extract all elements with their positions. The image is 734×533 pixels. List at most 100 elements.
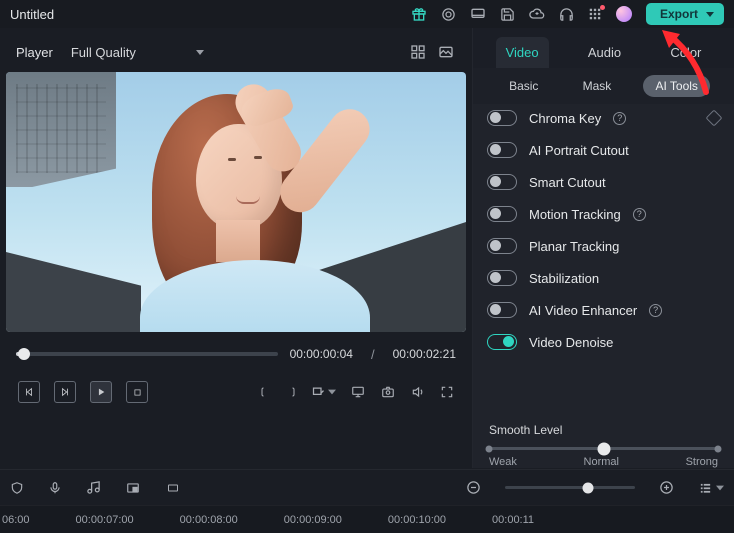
- player-header: Player Full Quality: [6, 34, 466, 70]
- help-icon[interactable]: ?: [633, 208, 646, 221]
- main: Player Full Quality 00:00:00:04 / 00:00:…: [0, 28, 734, 468]
- toggle-stabilization[interactable]: [487, 270, 517, 286]
- smooth-slider[interactable]: [489, 447, 718, 450]
- smooth-label-weak: Weak: [489, 456, 517, 468]
- ai-tool-label: Planar Tracking: [529, 239, 619, 254]
- next-frame-button[interactable]: [54, 381, 76, 403]
- ai-tool-label: Stabilization: [529, 271, 599, 286]
- screen-icon[interactable]: [470, 6, 486, 22]
- zoom-thumb[interactable]: [583, 482, 594, 493]
- toggle-ai video enhancer[interactable]: [487, 302, 517, 318]
- keyframe-diamond-icon[interactable]: [706, 110, 723, 127]
- toggle-motion tracking[interactable]: [487, 206, 517, 222]
- timeline-ruler[interactable]: 06:00 00:00:07:00 00:00:08:00 00:00:09:00 00…: [0, 505, 734, 533]
- record-icon[interactable]: [441, 7, 456, 22]
- top-right-actions: Export: [411, 3, 724, 25]
- player-controls: [6, 372, 466, 412]
- ai-tool-row: Stabilization: [487, 270, 720, 286]
- tab-audio[interactable]: Audio: [578, 37, 631, 68]
- ai-tool-label: Motion Tracking: [529, 207, 621, 222]
- smooth-label-normal: Normal: [584, 456, 619, 468]
- prev-frame-button[interactable]: [18, 381, 40, 403]
- total-time: 00:00:02:21: [393, 347, 456, 361]
- tabs-primary: Video Audio Color: [473, 28, 734, 68]
- tab-video[interactable]: Video: [496, 37, 549, 68]
- timeline-mark: 00:00:11: [492, 514, 534, 526]
- music-icon[interactable]: [86, 480, 101, 495]
- zoom-in-icon[interactable]: [659, 480, 674, 495]
- player-tab-label: Player: [16, 45, 53, 60]
- headphones-icon[interactable]: [559, 7, 574, 22]
- ai-tools-list: Chroma Key? AI Portrait Cutout Smart Cutou…: [473, 104, 734, 415]
- fullscreen-icon[interactable]: [440, 385, 454, 399]
- ai-tool-row: AI Portrait Cutout: [487, 142, 720, 158]
- gift-icon[interactable]: [411, 6, 427, 22]
- help-icon[interactable]: ?: [649, 304, 662, 317]
- grid-view-icon[interactable]: [410, 44, 426, 60]
- quality-dropdown[interactable]: Full Quality: [71, 45, 204, 60]
- toggle-ai portrait cutout[interactable]: [487, 142, 517, 158]
- toggle-smart cutout[interactable]: [487, 174, 517, 190]
- timeline-mark: 00:00:07:00: [76, 514, 134, 526]
- ai-tool-row: Motion Tracking?: [487, 206, 720, 222]
- ai-tool-row: Smart Cutout: [487, 174, 720, 190]
- play-button[interactable]: [90, 381, 112, 403]
- right-panel: Video Audio Color Basic Mask AI Tools Ch…: [472, 28, 734, 468]
- project-title: Untitled: [10, 7, 54, 22]
- avatar[interactable]: [616, 6, 632, 22]
- ai-tool-label: AI Portrait Cutout: [529, 143, 629, 158]
- timeline-tools: [0, 469, 734, 505]
- scrub-track[interactable]: [16, 352, 278, 356]
- snapshot-icon[interactable]: [380, 385, 396, 399]
- scrub-thumb[interactable]: [18, 348, 30, 360]
- toggle-video denoise[interactable]: [487, 334, 517, 350]
- preview-canvas[interactable]: [6, 72, 466, 332]
- tabs-secondary: Basic Mask AI Tools: [473, 68, 734, 104]
- tab-color[interactable]: Color: [660, 37, 711, 68]
- ai-tool-label: Video Denoise: [529, 335, 613, 350]
- ai-tool-label: Smart Cutout: [529, 175, 606, 190]
- stop-button[interactable]: [126, 381, 148, 403]
- volume-icon[interactable]: [410, 385, 426, 399]
- aspect-icon[interactable]: [165, 482, 181, 494]
- time-separator: /: [365, 347, 381, 362]
- mic-icon[interactable]: [48, 480, 62, 496]
- tab-ai-tools[interactable]: AI Tools: [643, 75, 709, 97]
- smooth-label-strong: Strong: [686, 456, 718, 468]
- shield-icon[interactable]: [10, 480, 24, 496]
- pip-icon[interactable]: [125, 481, 141, 495]
- bottom-strip: 06:00 00:00:07:00 00:00:08:00 00:00:09:00 00…: [0, 469, 734, 533]
- zoom-slider[interactable]: [505, 486, 635, 489]
- ai-tool-label: AI Video Enhancer: [529, 303, 637, 318]
- chevron-down-icon: [196, 50, 204, 55]
- left-panel: Player Full Quality 00:00:00:04 / 00:00:…: [0, 28, 472, 468]
- mark-out-icon[interactable]: [285, 385, 297, 399]
- smooth-thumb[interactable]: [597, 442, 610, 455]
- timeline-mark: 00:00:10:00: [388, 514, 446, 526]
- list-menu-icon[interactable]: [698, 481, 724, 495]
- timeline-mark: 06:00: [2, 514, 30, 526]
- ai-tool-row: Planar Tracking: [487, 238, 720, 254]
- timeline-mark: 00:00:08:00: [180, 514, 238, 526]
- ai-tool-label: Chroma Key: [529, 111, 601, 126]
- image-view-icon[interactable]: [438, 44, 454, 60]
- display-icon[interactable]: [350, 385, 366, 399]
- smooth-level-title: Smooth Level: [489, 423, 718, 437]
- ai-tool-row: Video Denoise: [487, 334, 720, 350]
- tab-mask[interactable]: Mask: [571, 75, 624, 97]
- export-button[interactable]: Export: [646, 3, 724, 25]
- apps-icon[interactable]: [588, 7, 602, 21]
- mark-in-icon[interactable]: [259, 385, 271, 399]
- cloud-icon[interactable]: [529, 6, 545, 22]
- tab-basic[interactable]: Basic: [497, 75, 550, 97]
- toggle-planar tracking[interactable]: [487, 238, 517, 254]
- markers-icon[interactable]: [311, 385, 336, 400]
- chevron-down-icon: [706, 12, 714, 17]
- smooth-labels: Weak Normal Strong: [489, 456, 718, 468]
- quality-value: Full Quality: [71, 45, 136, 60]
- help-icon[interactable]: ?: [613, 112, 626, 125]
- timeline-mark: 00:00:09:00: [284, 514, 342, 526]
- zoom-out-icon[interactable]: [466, 480, 481, 495]
- save-icon[interactable]: [500, 7, 515, 22]
- toggle-chroma key[interactable]: [487, 110, 517, 126]
